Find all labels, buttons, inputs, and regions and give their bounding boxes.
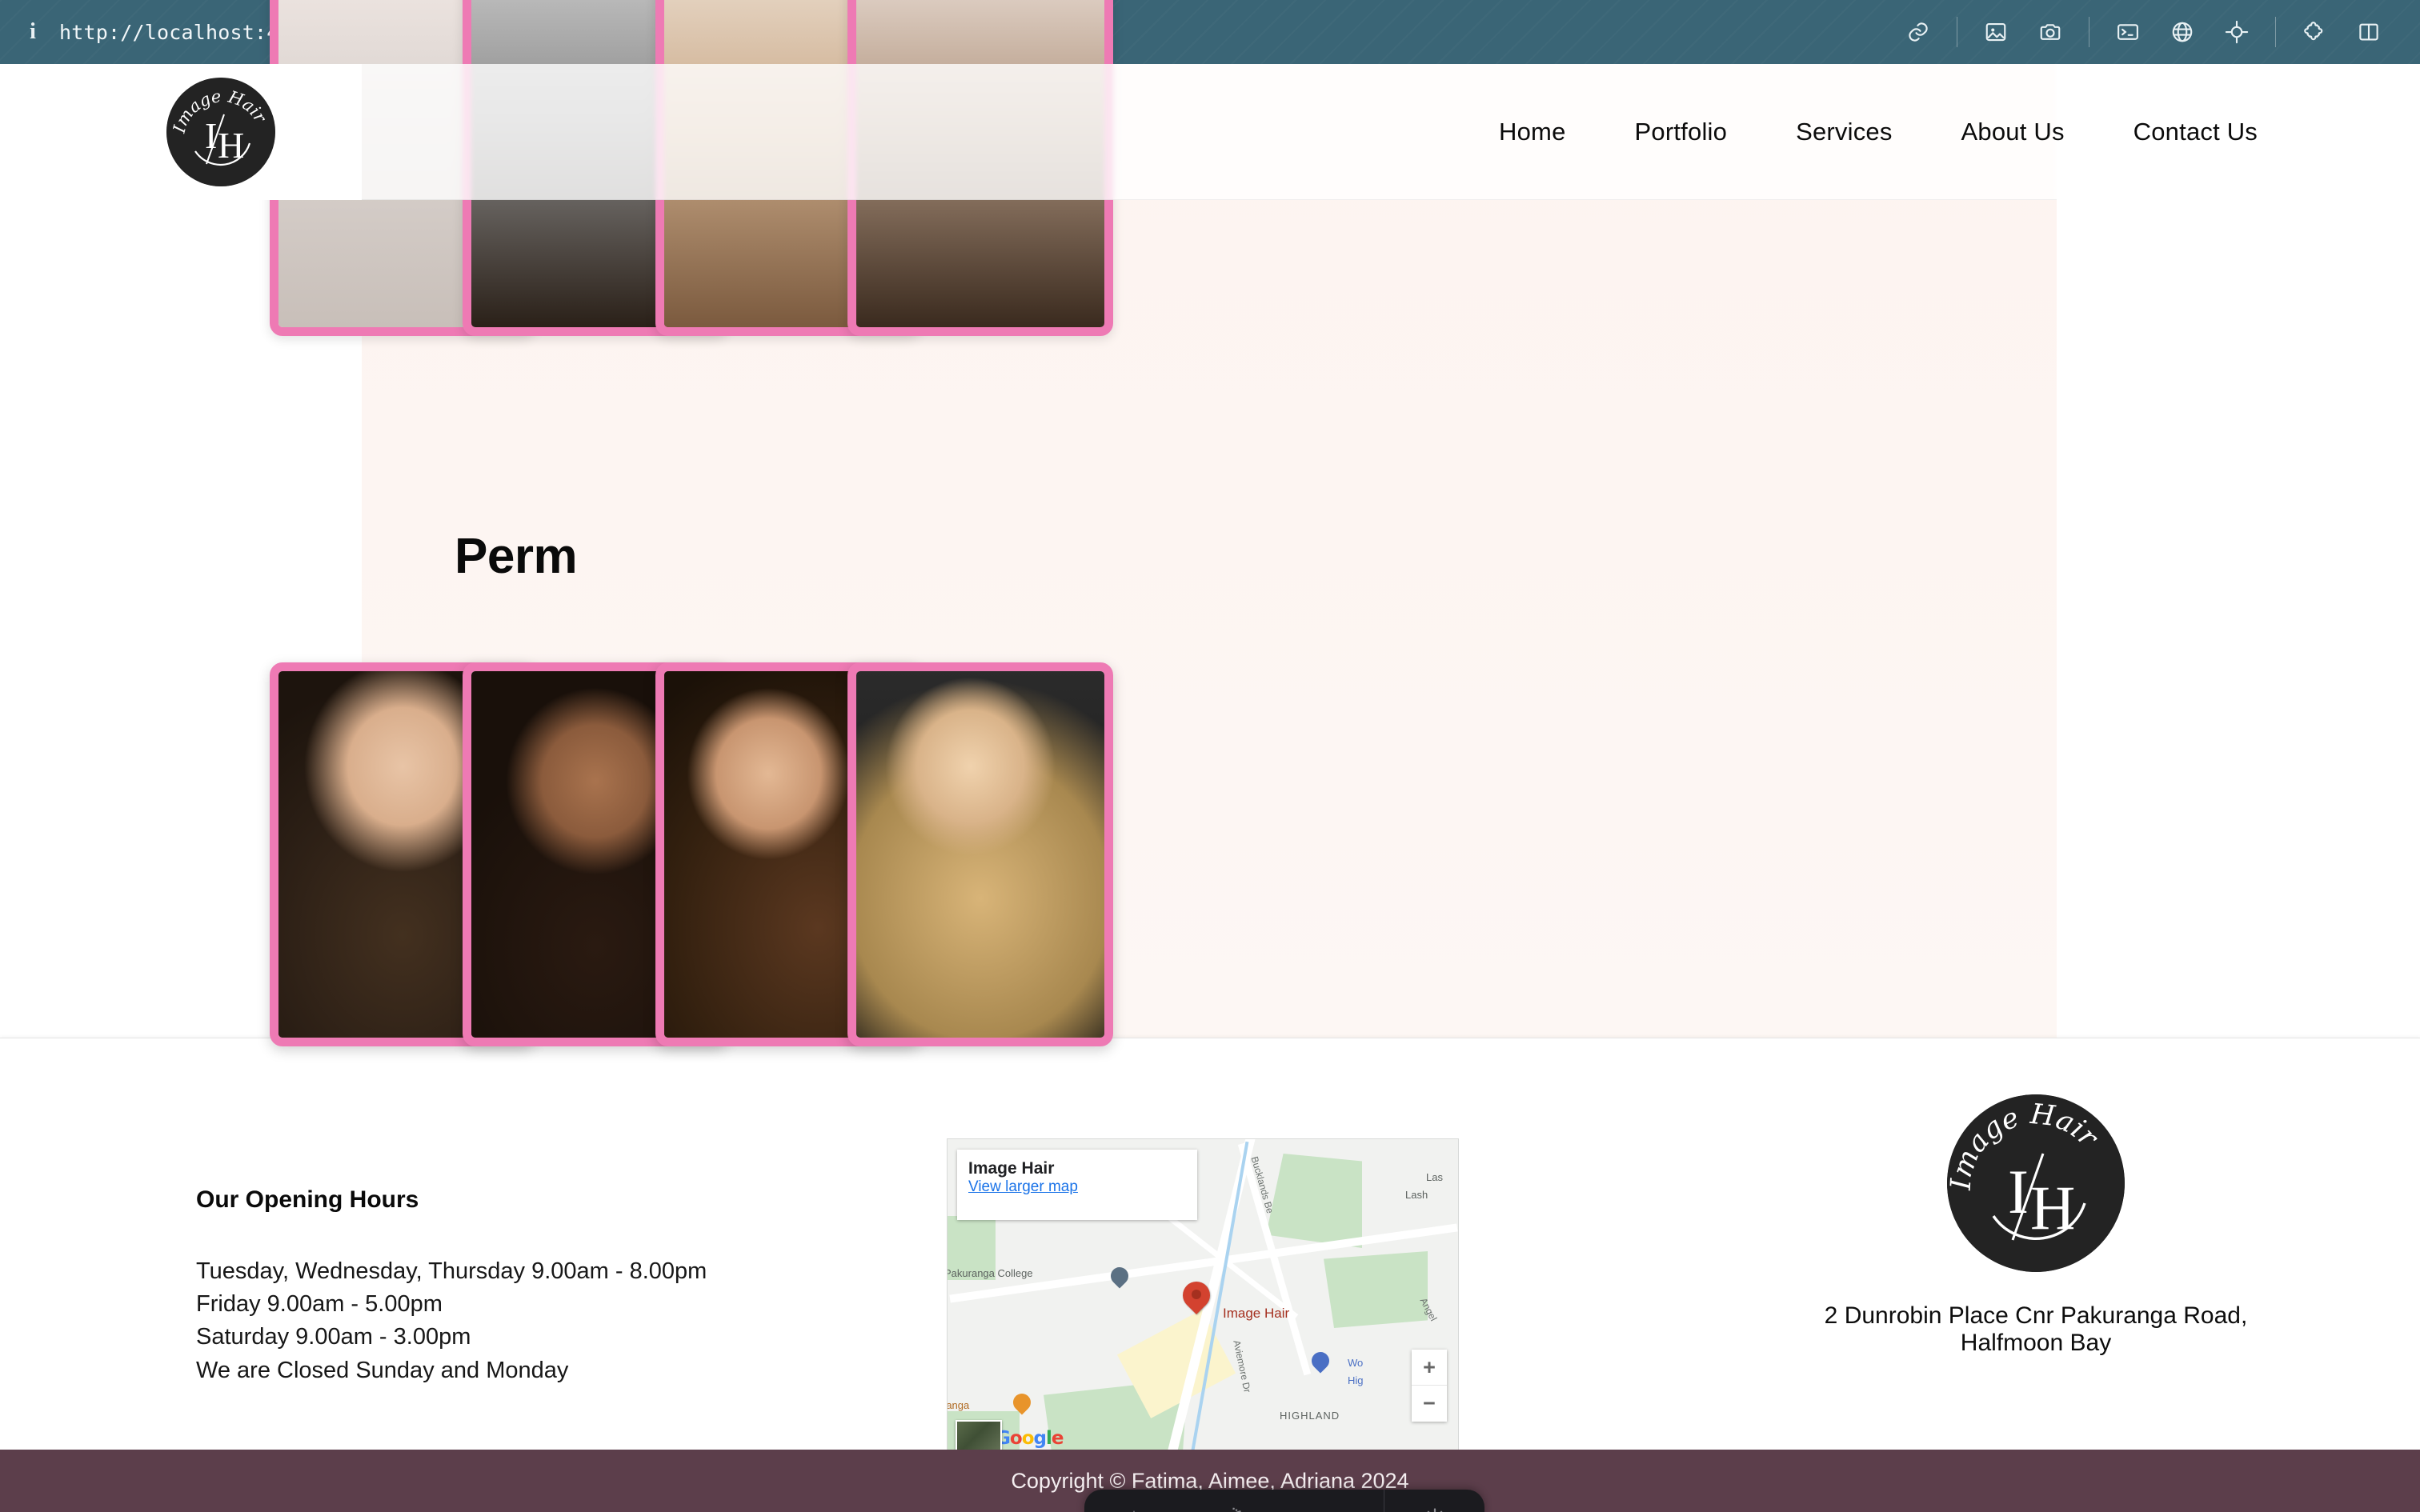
- zoom-in-button[interactable]: +: [1412, 1350, 1447, 1386]
- site-logo[interactable]: Image Hair I H: [166, 78, 275, 186]
- gallery-card[interactable]: [847, 662, 1113, 1046]
- map-info-card: Image Hair View larger map: [957, 1150, 1197, 1220]
- svg-text:I: I: [2008, 1157, 2029, 1226]
- nav-item-home[interactable]: Home: [1464, 118, 1601, 146]
- cursor-tool-icon[interactable]: [1184, 1490, 1284, 1512]
- nav-item-services[interactable]: Services: [1761, 118, 1926, 146]
- map-label: Pakuranga College: [947, 1267, 1033, 1279]
- map-park: [1266, 1154, 1362, 1248]
- nav-item-portfolio[interactable]: Portfolio: [1601, 118, 1762, 146]
- opening-hours-line: Tuesday, Wednesday, Thursday 9.00am - 8.…: [196, 1258, 707, 1284]
- map-park: [1324, 1251, 1428, 1328]
- opening-hours-block: Our Opening Hours Tuesday, Wednesday, Th…: [196, 1186, 707, 1387]
- split-panel-icon[interactable]: [2348, 11, 2390, 53]
- screenshot-root: i http://localhost:4322/portfolio Image …: [0, 0, 2420, 1512]
- extension-icon[interactable]: [2294, 11, 2335, 53]
- text-tool-icon[interactable]: [1084, 1490, 1184, 1512]
- map-info-title: Image Hair: [968, 1159, 1055, 1178]
- google-map-embed[interactable]: Cas Pakuranga College Bucklands Be Aviem…: [947, 1138, 1459, 1472]
- toolbar-separator-3: [2275, 17, 2276, 47]
- map-label: Las: [1426, 1171, 1443, 1183]
- opening-hours-line: Friday 9.00am - 5.00pm: [196, 1291, 443, 1318]
- footer-logo-graphic: Image Hair I H: [1947, 1094, 2125, 1272]
- svg-text:H: H: [218, 125, 244, 166]
- footer-logo[interactable]: Image Hair I H: [1947, 1094, 2125, 1272]
- map-label: Hig: [1348, 1374, 1364, 1386]
- section-title-perm: Perm: [455, 529, 578, 584]
- site-footer: Our Opening Hours Tuesday, Wednesday, Th…: [0, 1038, 2420, 1472]
- map-label: ranga: [947, 1399, 970, 1411]
- settings-gear-icon[interactable]: [1384, 1490, 1484, 1512]
- image-icon[interactable]: [1975, 11, 2017, 53]
- map-pin-label: Image Hair: [1223, 1306, 1290, 1321]
- map-label: Lash: [1405, 1189, 1428, 1201]
- svg-text:H: H: [2030, 1173, 2075, 1242]
- google-logo: Google: [996, 1428, 1064, 1449]
- map-label: HIGHLAND: [1280, 1410, 1340, 1422]
- nav-item-contact-us[interactable]: Contact Us: [2099, 118, 2292, 146]
- zoom-out-button[interactable]: −: [1412, 1386, 1447, 1422]
- web-page: Image Hair I H Home Portfolio Services A…: [0, 0, 2420, 1512]
- camera-icon[interactable]: [2029, 11, 2071, 53]
- map-zoom-controls: + −: [1412, 1350, 1447, 1422]
- map-label: Wo: [1348, 1357, 1364, 1369]
- crosshair-icon[interactable]: [2216, 11, 2258, 53]
- opening-hours-line: We are Closed Sunday and Monday: [196, 1357, 569, 1383]
- slider-tool-icon[interactable]: [1284, 1490, 1384, 1512]
- perm-gallery: [0, 662, 2420, 1046]
- opening-hours-title: Our Opening Hours: [196, 1186, 419, 1213]
- opening-hours-line: Saturday 9.00am - 3.00pm: [196, 1324, 471, 1350]
- footer-brand-block: Image Hair I H 2 Dunrobin Place Cnr Paku…: [1780, 1094, 2292, 1357]
- map-poi-school: [1107, 1263, 1132, 1290]
- footer-address: 2 Dunrobin Place Cnr Pakuranga Road, Hal…: [1824, 1302, 2248, 1356]
- main-navigation: Home Portfolio Services About Us Contact…: [1464, 64, 2292, 200]
- site-header: Image Hair I H Home Portfolio Services A…: [0, 64, 2420, 200]
- nav-item-about-us[interactable]: About Us: [1927, 118, 2099, 146]
- view-larger-map-link[interactable]: View larger map: [968, 1178, 1078, 1195]
- browser-toolbar-actions: [1891, 0, 2396, 64]
- globe-icon[interactable]: [2162, 11, 2203, 53]
- map-poi-store: [1308, 1348, 1333, 1374]
- map-pin-image-hair[interactable]: [1176, 1275, 1216, 1317]
- logo-graphic: Image Hair I H: [166, 78, 275, 186]
- map-poi-restaurant: [1009, 1390, 1035, 1416]
- link-icon[interactable]: [1897, 11, 1939, 53]
- gallery-image: [856, 671, 1104, 1038]
- info-icon[interactable]: i: [24, 21, 42, 43]
- terminal-icon[interactable]: [2107, 11, 2149, 53]
- agent-floating-toolbar: [1084, 1490, 1484, 1512]
